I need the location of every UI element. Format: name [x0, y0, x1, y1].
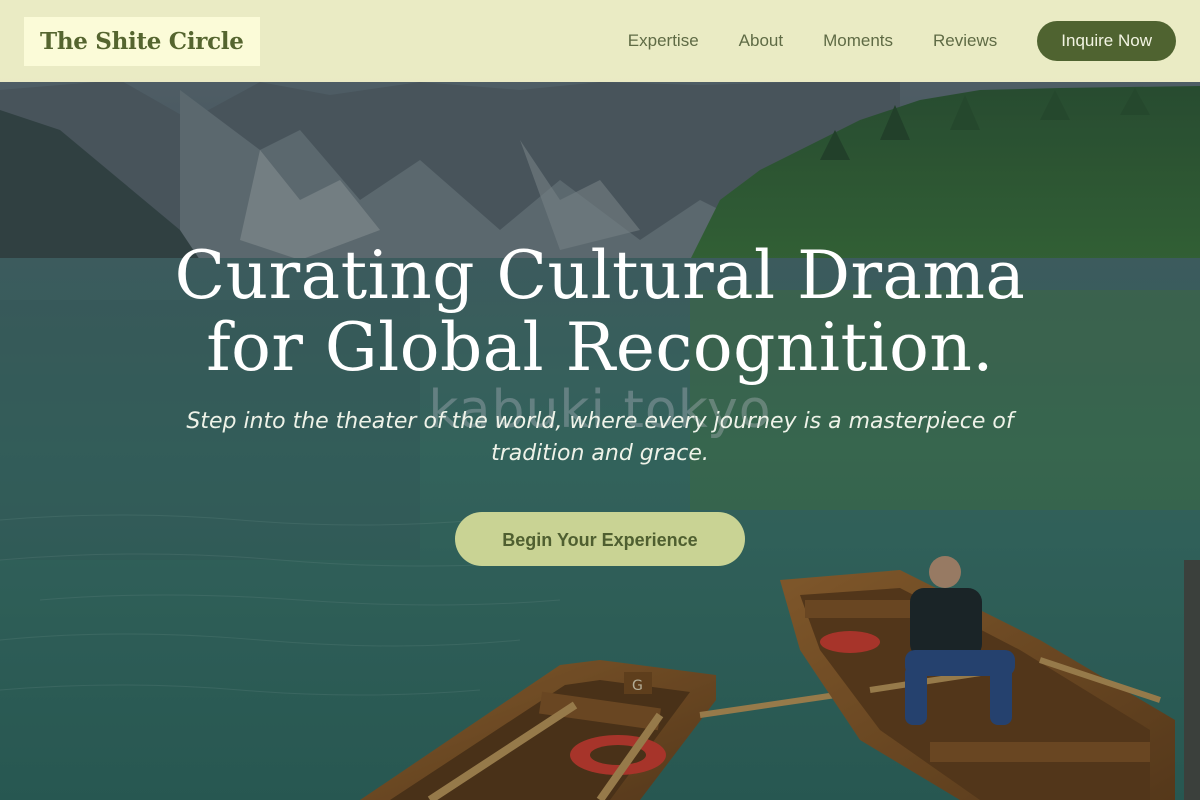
nav-link-moments[interactable]: Moments [823, 31, 893, 51]
hero-title-line-1: Curating Cultural Drama [174, 237, 1026, 314]
landing-page: G The Shite Circle Expertise About Momen… [0, 0, 1200, 800]
site-logo[interactable]: The Shite Circle [24, 16, 260, 66]
nav-link-expertise[interactable]: Expertise [628, 31, 699, 51]
hero-title: Curating Cultural Drama for Global Recog… [170, 240, 1030, 384]
hero-title-line-2: for Global Recognition. [206, 309, 994, 386]
begin-experience-button[interactable]: Begin Your Experience [455, 512, 745, 566]
main-nav: Expertise About Moments Reviews Inquire … [628, 21, 1176, 61]
inquire-now-button[interactable]: Inquire Now [1037, 21, 1176, 61]
nav-link-reviews[interactable]: Reviews [933, 31, 997, 51]
hero-subtitle: Step into the theater of the world, wher… [186, 409, 1014, 466]
site-header: The Shite Circle Expertise About Moments… [0, 0, 1200, 82]
nav-link-about[interactable]: About [739, 31, 783, 51]
hero-section: kabuki tokyo Curating Cultural Drama for… [0, 240, 1200, 566]
